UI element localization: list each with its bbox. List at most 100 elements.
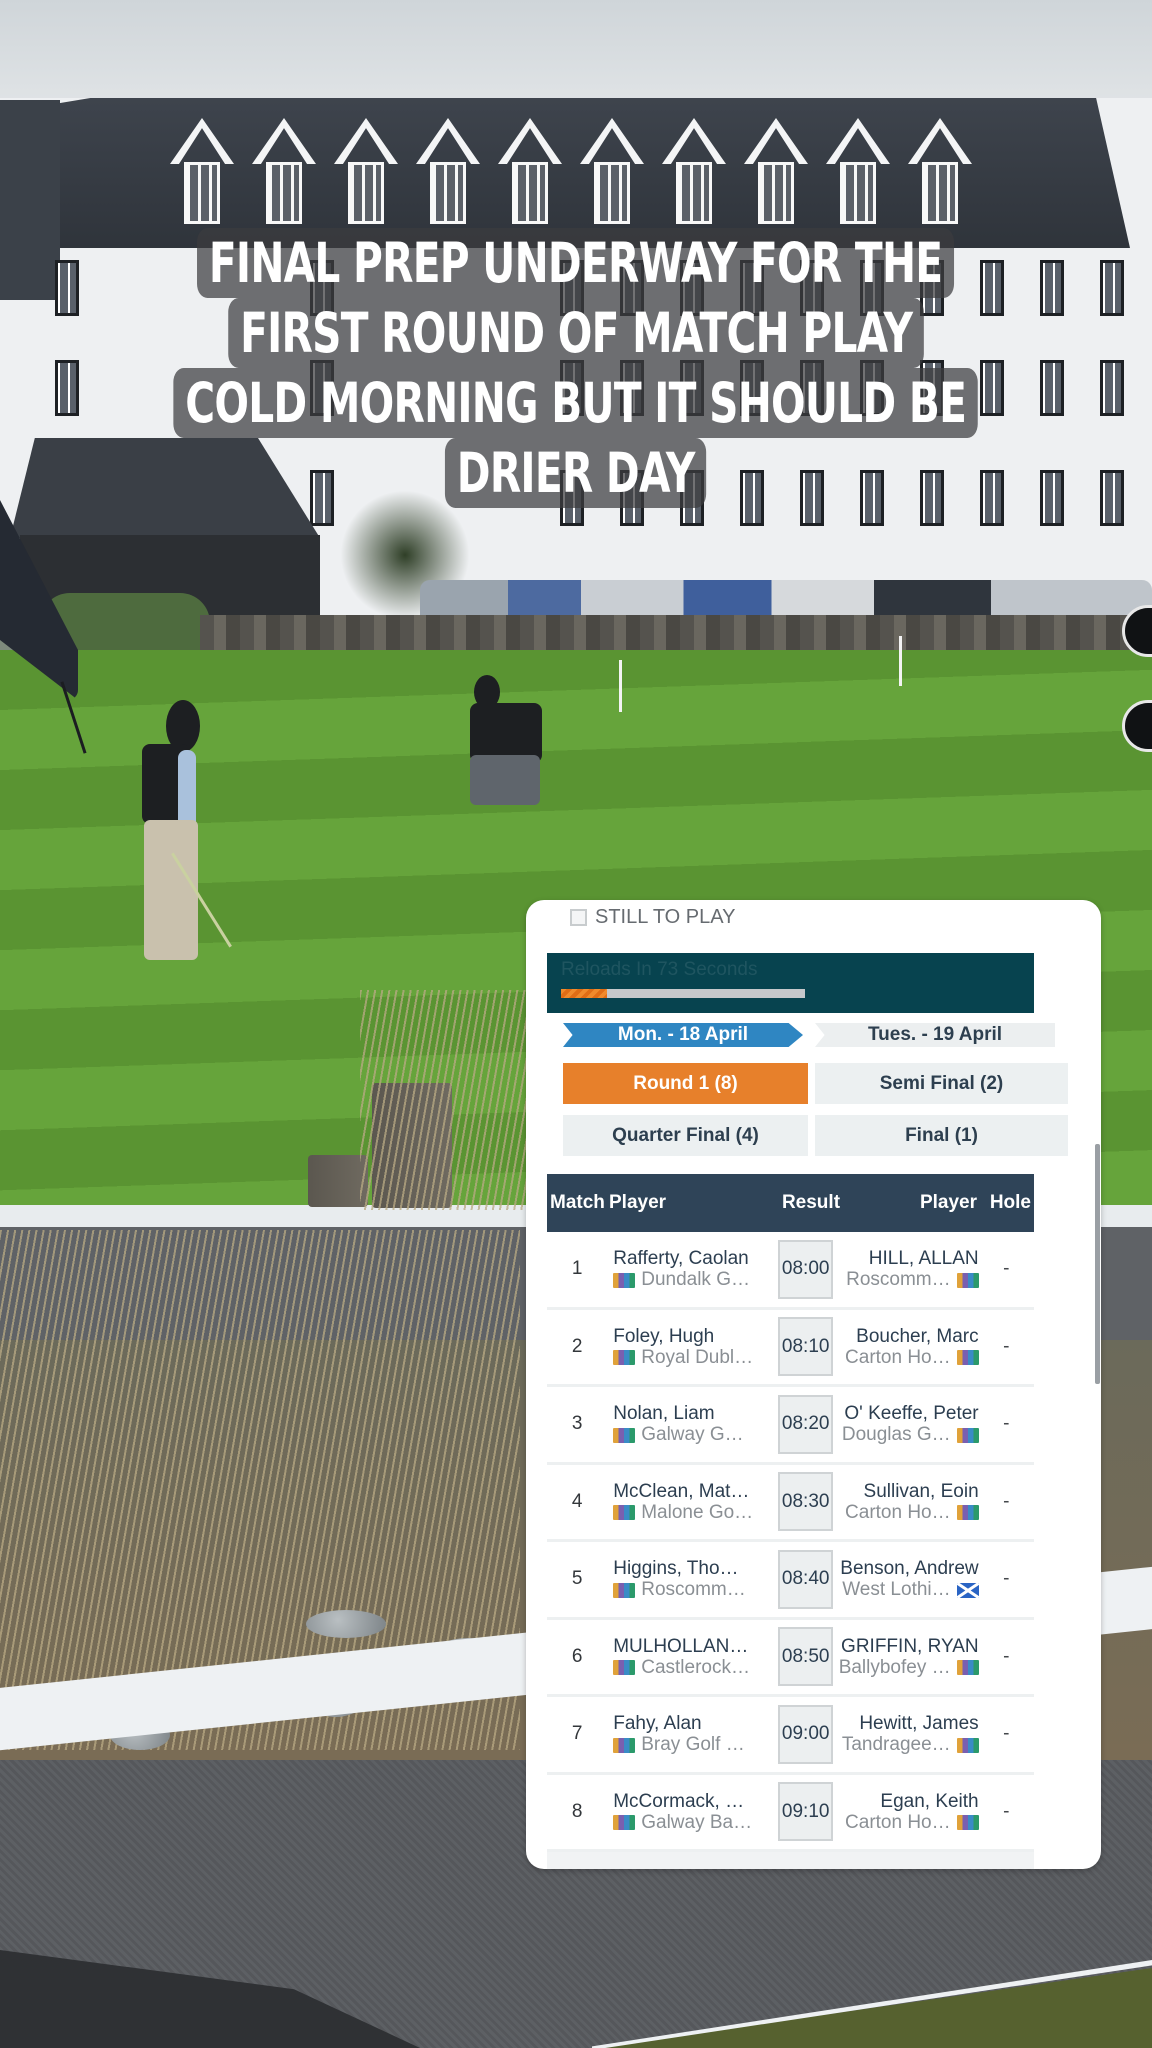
player-2-club: Carton Ho… bbox=[833, 1501, 979, 1523]
hole-status: - bbox=[1003, 1800, 1010, 1822]
table-header: Match Player Result Player Hole bbox=[547, 1174, 1034, 1232]
player-2-name[interactable]: Benson, Andrew bbox=[833, 1558, 978, 1580]
player-1-name[interactable]: Nolan, Liam bbox=[613, 1403, 774, 1425]
player-1-name[interactable]: Higgins, Tho… bbox=[613, 1558, 774, 1580]
reload-progress-fill bbox=[561, 989, 608, 998]
table-row[interactable]: 6 MULHOLLAN… Castlerock… 08:50 GRIFFIN, … bbox=[547, 1619, 1034, 1697]
player-1-club: Galway Ba… bbox=[613, 1812, 774, 1833]
wood-stump bbox=[308, 1155, 368, 1207]
ireland-flag-icon bbox=[956, 1815, 979, 1831]
table-row[interactable]: 7 Fahy, Alan Bray Golf … 09:00 Hewitt, J… bbox=[547, 1697, 1034, 1775]
table-row[interactable]: 8 McCormack, … Galway Ba… 09:10 Egan, Ke… bbox=[547, 1774, 1034, 1852]
player-2-cell: O' Keeffe, Peter Douglas G… bbox=[833, 1403, 979, 1445]
table-row[interactable]: 1 Rafferty, Caolan Dundalk G… 08:00 HILL… bbox=[547, 1232, 1034, 1310]
player-1-name[interactable]: Foley, Hugh bbox=[613, 1326, 774, 1348]
player-1-club: Bray Golf … bbox=[613, 1735, 774, 1755]
ireland-flag-icon bbox=[613, 1427, 636, 1443]
tab-day-monday[interactable]: Mon. - 18 April bbox=[563, 1023, 803, 1047]
player-2-club: West Lothi… bbox=[833, 1580, 979, 1600]
player-2-club-name: West Lothi… bbox=[842, 1579, 951, 1601]
player-1-cell: Fahy, Alan Bray Golf … bbox=[607, 1713, 774, 1755]
tab-semi-final[interactable]: Semi Final (2) bbox=[815, 1063, 1068, 1104]
tab-final[interactable]: Final (1) bbox=[815, 1115, 1068, 1156]
table-footer bbox=[547, 1852, 1034, 1869]
dormer-window bbox=[826, 118, 890, 228]
ireland-flag-icon bbox=[613, 1505, 636, 1521]
scrollbar[interactable] bbox=[1095, 1144, 1100, 1384]
table-row[interactable]: 5 Higgins, Tho… Roscomm… 08:40 Benson, A… bbox=[547, 1542, 1034, 1620]
dormer-window bbox=[334, 118, 398, 228]
player-2-cell: GRIFFIN, RYAN Ballybofey … bbox=[833, 1636, 979, 1678]
table-row[interactable]: 3 Nolan, Liam Galway G… 08:20 O' Keeffe,… bbox=[547, 1387, 1034, 1465]
caption-line: FIRST ROUND OF MATCH PLAY bbox=[228, 298, 924, 368]
player-1-club-name: Royal Dubl… bbox=[641, 1346, 754, 1368]
stone bbox=[306, 1610, 386, 1638]
match-number: 1 bbox=[571, 1258, 583, 1280]
player-1-club-name: Castlerock… bbox=[641, 1656, 750, 1678]
caption-line: FINAL PREP UNDERWAY FOR THE bbox=[197, 228, 955, 298]
match-table: Match Player Result Player Hole 1 Raffer… bbox=[547, 1174, 1034, 1869]
player-2-name[interactable]: GRIFFIN, RYAN bbox=[833, 1636, 979, 1658]
hotel-window bbox=[55, 360, 79, 416]
player-2-cell: Boucher, Marc Carton Ho… bbox=[833, 1326, 979, 1368]
dormer-window bbox=[498, 118, 562, 228]
player-2-name[interactable]: Hewitt, James bbox=[833, 1713, 978, 1735]
table-row[interactable]: 2 Foley, Hugh Royal Dubl… 08:10 Boucher,… bbox=[547, 1309, 1034, 1387]
player-1-cell: McCormack, … Galway Ba… bbox=[607, 1791, 774, 1833]
dormer-window bbox=[252, 118, 316, 228]
ireland-flag-icon bbox=[613, 1815, 636, 1831]
player-1-club: Galway G… bbox=[613, 1425, 774, 1445]
player-2-club-name: Carton Ho… bbox=[845, 1811, 951, 1833]
hotel-window bbox=[1100, 360, 1124, 416]
player-1-name[interactable]: McCormack, … bbox=[613, 1791, 774, 1813]
ireland-flag-icon bbox=[956, 1350, 979, 1366]
match-number: 2 bbox=[571, 1335, 583, 1357]
player-2-cell: Sullivan, Eoin Carton Ho… bbox=[833, 1481, 979, 1523]
result-time: 09:00 bbox=[778, 1704, 833, 1764]
match-number: 4 bbox=[571, 1490, 583, 1512]
ireland-flag-icon bbox=[613, 1582, 636, 1598]
still-to-play-checkbox[interactable] bbox=[570, 909, 587, 926]
column-header-match: Match bbox=[550, 1192, 605, 1213]
player-2-name[interactable]: HILL, ALLAN bbox=[833, 1248, 979, 1270]
player-1-name[interactable]: Fahy, Alan bbox=[613, 1713, 774, 1735]
result-time: 09:10 bbox=[778, 1782, 833, 1842]
caption-line: COLD MORNING BUT IT SHOULD BE bbox=[173, 368, 979, 438]
tab-quarter-final[interactable]: Quarter Final (4) bbox=[563, 1115, 808, 1156]
player-1-cell: Higgins, Tho… Roscomm… bbox=[607, 1558, 774, 1600]
player-2-club-name: Carton Ho… bbox=[845, 1501, 951, 1523]
hole-status: - bbox=[1003, 1413, 1010, 1435]
table-row[interactable]: 4 McClean, Mat… Malone Go… 08:30 Sulliva… bbox=[547, 1464, 1034, 1542]
hotel-window bbox=[1040, 360, 1064, 416]
player-2-club-name: Carton Ho… bbox=[845, 1346, 951, 1368]
result-time: 08:10 bbox=[778, 1317, 833, 1377]
player-2-club: Ballybofey … bbox=[833, 1657, 979, 1678]
player-2-name[interactable]: Boucher, Marc bbox=[833, 1326, 979, 1348]
player-2-name[interactable]: Sullivan, Eoin bbox=[833, 1481, 979, 1503]
column-header-player-1: Player bbox=[609, 1192, 667, 1213]
reload-progress-bar bbox=[561, 989, 805, 998]
ireland-flag-icon bbox=[613, 1737, 636, 1753]
player-1-name[interactable]: Rafferty, Caolan bbox=[613, 1248, 774, 1270]
scotland-flag-icon bbox=[956, 1582, 979, 1598]
tab-round-1[interactable]: Round 1 (8) bbox=[563, 1063, 808, 1104]
dormer-window bbox=[170, 118, 234, 228]
caption-line: DRIER DAY bbox=[445, 438, 707, 508]
dormer-window bbox=[416, 118, 480, 228]
player-1-name[interactable]: McClean, Mat… bbox=[613, 1481, 774, 1503]
hotel-window bbox=[55, 260, 79, 316]
player-1-cell: MULHOLLAN… Castlerock… bbox=[607, 1636, 774, 1678]
hotel-window bbox=[1100, 260, 1124, 316]
ireland-flag-icon bbox=[613, 1272, 636, 1288]
player-1-club: Royal Dubl… bbox=[613, 1346, 774, 1368]
tab-day-tuesday[interactable]: Tues. - 19 April bbox=[815, 1023, 1055, 1047]
player-2-cell: Benson, Andrew West Lothi… bbox=[833, 1558, 979, 1600]
still-to-play-filter[interactable]: STILL TO PLAY bbox=[570, 906, 735, 929]
player-1-name[interactable]: MULHOLLAN… bbox=[613, 1636, 774, 1658]
match-number: 8 bbox=[571, 1800, 583, 1822]
player-2-name[interactable]: O' Keeffe, Peter bbox=[833, 1403, 978, 1425]
ireland-flag-icon bbox=[613, 1660, 636, 1676]
player-2-name[interactable]: Egan, Keith bbox=[833, 1791, 978, 1813]
column-header-hole: Hole bbox=[989, 1192, 1031, 1213]
column-header-result: Result bbox=[781, 1192, 841, 1213]
